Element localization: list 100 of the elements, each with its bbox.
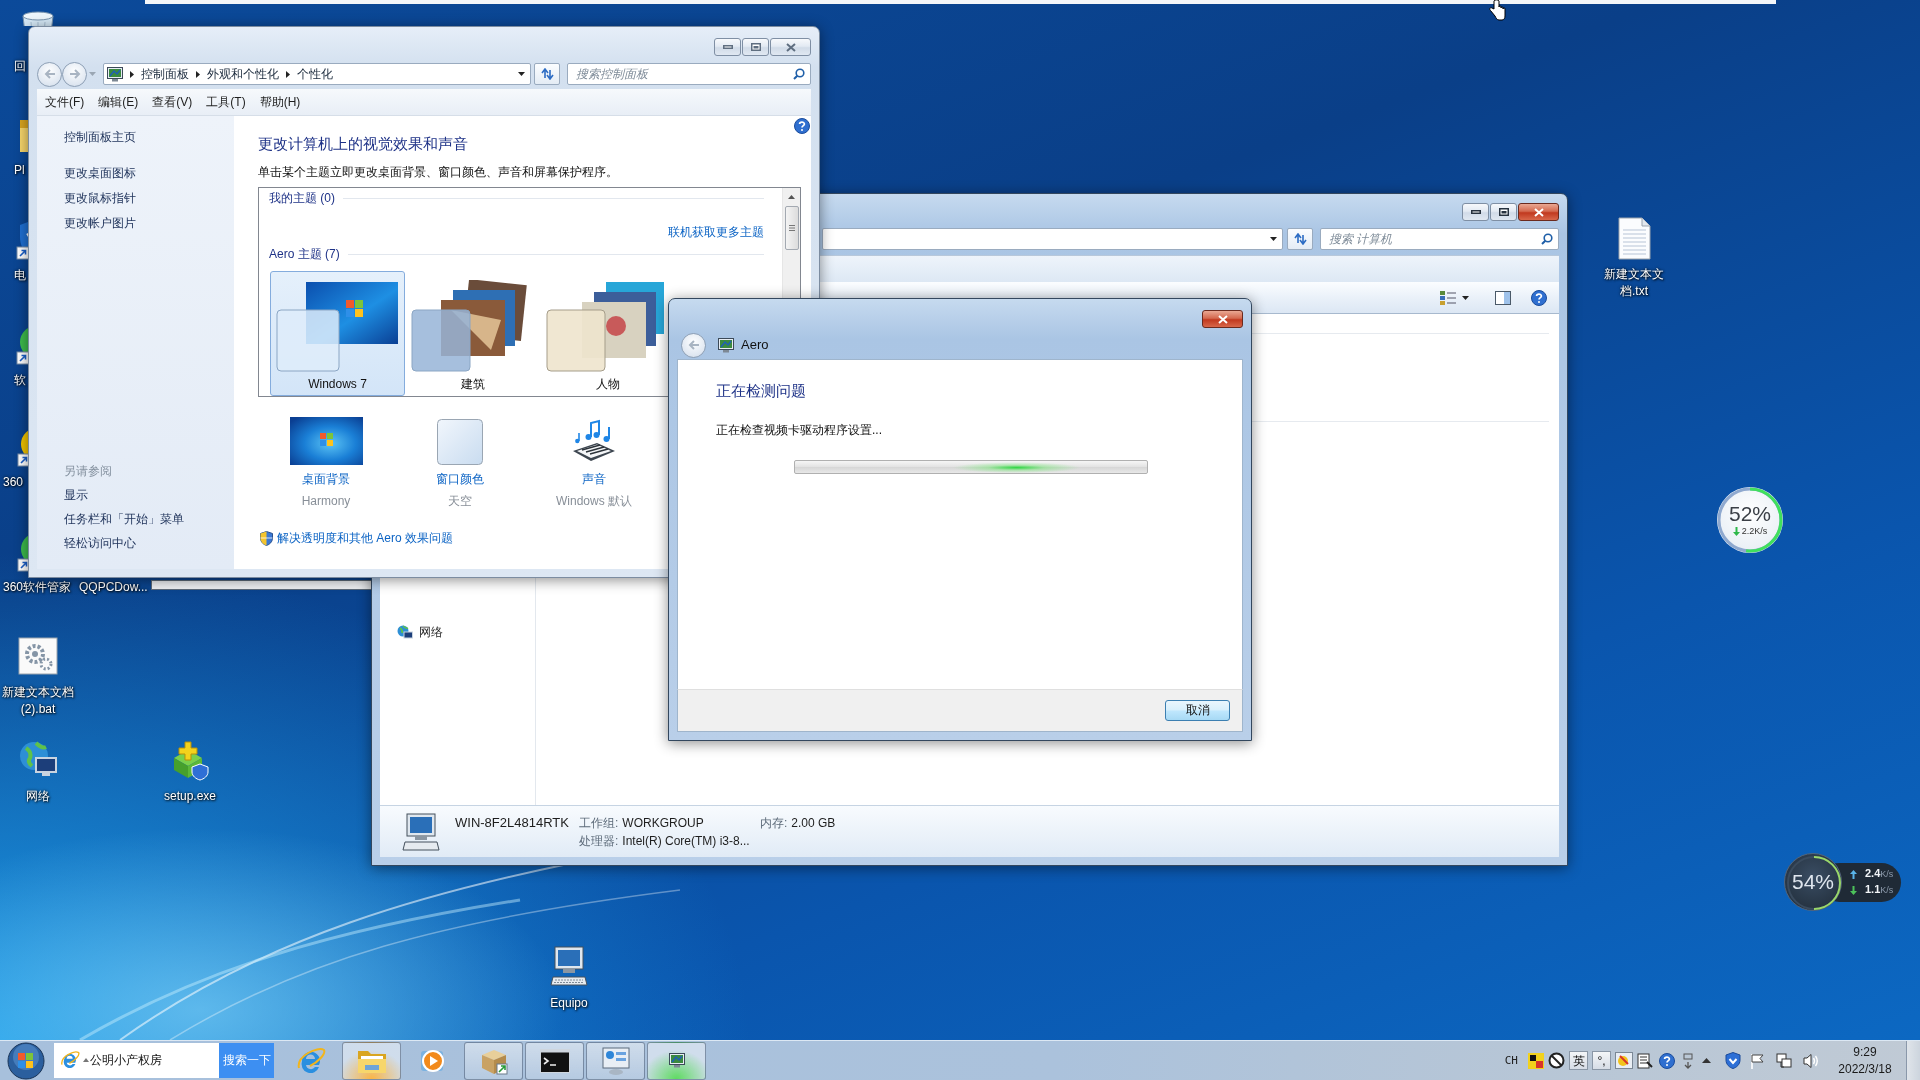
- menu-item[interactable]: 工具(T): [199, 91, 253, 113]
- computer-name: WIN-8F2L4814RTK: [455, 814, 570, 831]
- setting-link[interactable]: 桌面背景: [302, 471, 350, 487]
- close-icon: [1533, 207, 1544, 217]
- minimize-icon: [722, 45, 733, 49]
- sidebar-link[interactable]: 轻松访问中心: [64, 535, 136, 551]
- detail-label: 内存:: [760, 815, 788, 831]
- help-icon[interactable]: [1531, 289, 1547, 306]
- computer-icon[interactable]: [549, 945, 589, 989]
- desktop-icon-label[interactable]: 新建文本文档 (2).bat: [0, 684, 76, 718]
- desktop-icon-label[interactable]: 新建文本文档.txt: [1599, 266, 1669, 300]
- close-button[interactable]: [770, 38, 811, 56]
- shield-icon[interactable]: [1725, 1052, 1741, 1069]
- desktop-icon-label[interactable]: 360: [3, 474, 24, 491]
- clock-time[interactable]: 9:29: [1853, 1043, 1877, 1061]
- theme-item[interactable]: 建筑: [405, 271, 540, 396]
- scrollbar-thumb[interactable]: [784, 206, 799, 250]
- sidebar-link[interactable]: 控制面板主页: [64, 129, 136, 145]
- gear-document-icon[interactable]: [18, 634, 58, 678]
- sidebar-link[interactable]: 更改桌面图标: [64, 165, 136, 181]
- sidebar-link[interactable]: 更改鼠标指针: [64, 190, 136, 206]
- desktop-icon-label[interactable]: 电: [14, 267, 26, 284]
- desktop-icon-label[interactable]: setup.exe: [163, 788, 216, 805]
- usage-ball-widget[interactable]: 54%: [1784, 853, 1842, 911]
- down-arrow-icon: [1732, 527, 1740, 536]
- search-icon[interactable]: [793, 68, 805, 80]
- search-icon[interactable]: [1541, 233, 1553, 245]
- detail-label: 工作组:: [579, 815, 619, 831]
- sidebar-link[interactable]: 显示: [64, 487, 88, 503]
- sidebar-link[interactable]: 更改帐户图片: [64, 215, 136, 231]
- detail-label: 处理器:: [579, 833, 619, 849]
- start-orb-icon: [7, 1041, 45, 1080]
- help-icon[interactable]: [1659, 1052, 1675, 1069]
- refresh-button[interactable]: [1287, 228, 1313, 250]
- clock-date[interactable]: 2022/3/18: [1838, 1060, 1892, 1078]
- desktop-icon-label[interactable]: QQPCDow...: [79, 579, 148, 596]
- setting-link[interactable]: 声音: [582, 471, 606, 487]
- up-caret-icon[interactable]: [83, 1058, 89, 1062]
- setting-link[interactable]: 窗口颜色: [436, 471, 484, 487]
- desktop-icon-label[interactable]: 360软件管家: [3, 579, 72, 596]
- flag-icon[interactable]: [1750, 1052, 1766, 1069]
- change-view-button[interactable]: [1440, 290, 1469, 305]
- close-button[interactable]: [1202, 310, 1243, 328]
- up-arrow-icon: [1850, 869, 1857, 879]
- computer-icon: [401, 812, 441, 851]
- navigation-item[interactable]: 网络: [397, 624, 443, 640]
- caret-icon: [1462, 295, 1469, 300]
- menu-item[interactable]: 查看(V): [145, 91, 200, 113]
- caret-icon[interactable]: [1270, 237, 1277, 241]
- network-icon[interactable]: [1776, 1052, 1793, 1069]
- blocked-icon[interactable]: [1548, 1052, 1565, 1069]
- menu-item[interactable]: 文件(F): [38, 91, 92, 113]
- download-speed: 1.1K/s: [1865, 883, 1894, 897]
- ime-punctuation-button[interactable]: °,: [1592, 1051, 1611, 1070]
- view-list-icon: [1440, 290, 1456, 305]
- sidebar-link[interactable]: 任务栏和「开始」菜单: [64, 511, 184, 527]
- desktop-icon-label[interactable]: 回: [14, 58, 26, 75]
- breadcrumb-item[interactable]: 控制面板: [141, 66, 189, 82]
- close-icon: [785, 42, 796, 52]
- menu-item[interactable]: 帮助(H): [252, 91, 308, 113]
- detail-value: 2.00 GB: [791, 815, 836, 831]
- address-bar[interactable]: 控制面板 外观和个性化 个性化: [103, 63, 531, 85]
- notepad-pen-icon[interactable]: [1637, 1052, 1653, 1069]
- help-icon[interactable]: [794, 118, 810, 134]
- up-caret-icon[interactable]: [1702, 1058, 1711, 1063]
- preview-pane-icon[interactable]: [1495, 290, 1511, 305]
- desktop-icon-label[interactable]: Pl: [14, 162, 25, 179]
- get-more-themes-link[interactable]: 联机获取更多主题: [668, 224, 764, 240]
- speed-ball-widget[interactable]: 52% 2.2K/s: [1717, 487, 1783, 553]
- start-button[interactable]: [6, 1041, 46, 1080]
- close-button[interactable]: [1518, 203, 1559, 221]
- status-text: 正在检查视频卡驱动程序设置...: [716, 422, 883, 438]
- right-arrow-icon: [68, 69, 81, 79]
- refresh-button[interactable]: [534, 63, 560, 85]
- ime-badge-icon[interactable]: [1528, 1052, 1544, 1069]
- ime-arrows-icon[interactable]: [1682, 1052, 1694, 1069]
- search-field[interactable]: 搜索控制面板: [567, 63, 811, 85]
- taskbar-button[interactable]: [525, 1041, 584, 1080]
- troubleshoot-link[interactable]: 解决透明度和其他 Aero 效果问题: [277, 530, 453, 546]
- monitor-icon: [668, 1053, 685, 1068]
- taskbar-button[interactable]: [647, 1041, 706, 1080]
- color-swatch-icon[interactable]: [437, 419, 483, 465]
- search-field[interactable]: 搜索 计算机: [1320, 228, 1559, 250]
- upload-speed: 2.4K/s: [1865, 867, 1894, 881]
- wallpaper-preview-icon[interactable]: [289, 417, 363, 465]
- desktop-icon-label[interactable]: 软: [14, 372, 26, 389]
- desktop-icon-label[interactable]: 网络: [26, 788, 50, 805]
- theme-item[interactable]: Windows 7: [270, 271, 405, 396]
- menu-item[interactable]: 编辑(E): [91, 91, 146, 113]
- language-indicator[interactable]: CH: [1504, 1054, 1518, 1067]
- maximize-button[interactable]: [1490, 203, 1517, 221]
- breadcrumb-item[interactable]: 个性化: [297, 66, 333, 82]
- desktop-icon-label[interactable]: Equipo: [550, 995, 588, 1012]
- search-field[interactable]: 公明小产权房: [54, 1043, 219, 1078]
- ime-mode-button[interactable]: 英: [1569, 1051, 1588, 1070]
- breadcrumb-item[interactable]: 外观和个性化: [207, 66, 279, 82]
- speaker-icon[interactable]: [1803, 1052, 1820, 1069]
- cancel-button[interactable]: 取消: [1165, 700, 1230, 721]
- ime-toolbox-icon[interactable]: [1615, 1052, 1633, 1069]
- minimize-button[interactable]: [1462, 203, 1489, 221]
